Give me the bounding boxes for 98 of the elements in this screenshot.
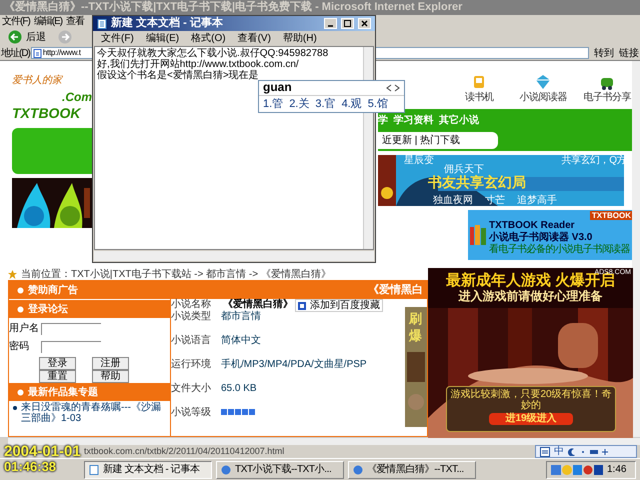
close-icon xyxy=(360,19,369,28)
candidate[interactable]: 4.观 xyxy=(342,96,362,112)
candidate[interactable]: 3.官 xyxy=(315,96,336,112)
clock: 1:46 xyxy=(607,463,628,477)
banner-title: 书友共享玄幻局 xyxy=(428,175,526,190)
field-label: 小说类型 xyxy=(171,311,212,322)
book-header: 《爱情黑白 xyxy=(171,281,427,299)
form-button[interactable]: 帮助 xyxy=(92,370,129,383)
text-line: 假设这个书名是<爱情黑白猜>现在是 xyxy=(97,70,260,81)
logo-domain: .Com xyxy=(61,89,92,106)
banner-text: 寸芒 xyxy=(485,195,505,206)
star-icon xyxy=(8,270,17,278)
globe-icon xyxy=(353,464,363,474)
ad-text: 刷爆 xyxy=(409,311,422,345)
scroll-bar[interactable] xyxy=(94,251,374,261)
banner-text: 追梦高手 xyxy=(517,195,557,206)
field-label: 小说名称 xyxy=(171,299,212,310)
menu-item[interactable]: 文件(F) xyxy=(101,30,134,46)
candidate[interactable]: 2.关 xyxy=(289,96,310,112)
page-icon xyxy=(32,48,42,58)
back-button[interactable]: 后退 xyxy=(4,30,50,44)
field-value: 65.0 KB xyxy=(221,383,257,394)
ad-title: TXTBOOK Reader xyxy=(489,220,576,232)
sub-nav[interactable]: 近更新 | 热门下载 xyxy=(378,132,498,149)
field-label: 小说语言 xyxy=(171,335,212,346)
bullet-icon xyxy=(17,286,24,294)
taskbar-button[interactable]: 新建 文本文档 - 记事本 xyxy=(84,460,212,478)
timestamp-date: 2004-01-01 xyxy=(4,444,81,459)
field-label: 运行环境 xyxy=(171,359,212,370)
input-mode[interactable]: 中 xyxy=(554,446,564,457)
tool-link[interactable]: 小说阅读器 xyxy=(515,74,571,105)
field-value: 手机/MP3/MP4/PDA/文曲星/PSP xyxy=(221,359,367,370)
tool-link[interactable]: 读书机 xyxy=(451,74,507,105)
back-arrow-icon xyxy=(8,30,22,44)
banner-text: 佣兵天下 xyxy=(444,164,484,175)
breadcrumb[interactable]: 当前位置：TXT小说|TXT电子书下载站 -> 都市言情 -> 《爱情黑白猜》 xyxy=(21,266,331,282)
text-line: 好,我们先打开网站http://www.txtbook.com.cn/ xyxy=(97,59,300,70)
toolbar-icons xyxy=(580,448,610,454)
moon-icon xyxy=(568,448,576,456)
globe-icon xyxy=(221,464,231,474)
form-button[interactable]: 重置 xyxy=(39,370,76,383)
address-label: 地址(D) xyxy=(1,46,30,60)
field-label: 密码 xyxy=(9,340,30,354)
forward-arrow-icon xyxy=(58,30,72,44)
notepad-icon xyxy=(97,18,107,28)
taskbar-button[interactable]: TXT小说下载--TXT小... xyxy=(216,460,344,478)
menu-item[interactable]: 帮助(H) xyxy=(282,30,317,46)
form-button[interactable]: 登录 xyxy=(39,357,76,370)
tool-link[interactable]: 电子书分享 xyxy=(579,74,635,105)
banner-text: 独血夜网 xyxy=(433,195,473,206)
menu-item[interactable]: 编辑(E) xyxy=(34,15,62,28)
menu-item[interactable]: 查看(V) xyxy=(238,30,271,46)
candidate[interactable]: 1.管 xyxy=(263,96,284,112)
text-line: 今天叔仔就教大家怎么下载小说.叔仔QQ:945982788 xyxy=(97,48,330,59)
field-value: 简体中文 xyxy=(221,335,261,346)
field-label: 用户名 xyxy=(9,322,40,336)
candidate[interactable]: 5.馆 xyxy=(368,96,388,112)
field-label: 文件大小 xyxy=(171,383,212,394)
minimize-button[interactable] xyxy=(324,18,337,29)
menu-item[interactable]: 格式(O) xyxy=(191,30,226,46)
maximize-button[interactable] xyxy=(341,18,354,29)
menu-item[interactable]: 查看 xyxy=(66,15,84,28)
taskbar-button[interactable]: 《爱情黑白猜》--TXT... xyxy=(348,460,476,478)
ad-subtitle: 小说电子书阅读器 V3.0 xyxy=(489,232,594,244)
window-title: 《爱情黑白猜》--TXT小说下载|TXT电子书下载|电子书免费下载 - Microsoft Internet Explorer xyxy=(0,0,640,15)
bookmark-link[interactable]: 添加到百度搜藏 xyxy=(295,299,383,312)
section-header: 登录论坛 xyxy=(9,300,170,318)
menu-item[interactable]: 文件(F) xyxy=(2,15,30,28)
notepad-icon xyxy=(89,464,99,474)
section-header: 赞助商广告 xyxy=(9,281,170,299)
window-title: 新建 文本文档 - 记事本 xyxy=(111,16,224,32)
tray-icons xyxy=(551,464,603,474)
close-button[interactable] xyxy=(358,18,371,29)
status-text: txtbook.com.cn/txtbk/2/2011/04/20110412007.html xyxy=(84,444,286,458)
composition-text: guan xyxy=(263,81,292,94)
section-header: 最新作品集专题 xyxy=(9,383,170,401)
field-value: 都市言情 xyxy=(221,311,261,322)
work-link[interactable]: 来日没雷魂的青春殇嘱---《沙漏三部曲》1-03 xyxy=(21,402,166,424)
maximize-icon xyxy=(343,19,352,28)
ad-badge: TXTBOOK xyxy=(590,211,633,220)
books-icon xyxy=(469,224,487,246)
form-button[interactable]: 注册 xyxy=(92,357,129,370)
go-button[interactable]: 转到 xyxy=(590,46,618,60)
bullet-icon xyxy=(13,406,17,410)
timestamp-time: 01:46:38 xyxy=(4,459,56,474)
bookmark-icon xyxy=(298,302,306,310)
device-icon xyxy=(471,74,487,90)
bullet-icon xyxy=(17,388,24,396)
bullet-icon xyxy=(17,306,24,312)
diamond-icon xyxy=(535,74,551,90)
logo-tagline: 爱书人的家 xyxy=(12,74,64,88)
page-arrows-icon xyxy=(386,84,400,92)
menu-item[interactable]: 编辑(E) xyxy=(146,30,180,46)
logo-text: TXTBOOK xyxy=(12,106,82,120)
links-label: 链接 xyxy=(619,46,639,60)
field-label: 小说等级 xyxy=(171,407,212,418)
ad-note: 看电子书必备的小说电子书阅读器 xyxy=(489,244,630,256)
book-title: 《爱情黑白猜》 xyxy=(222,299,294,310)
